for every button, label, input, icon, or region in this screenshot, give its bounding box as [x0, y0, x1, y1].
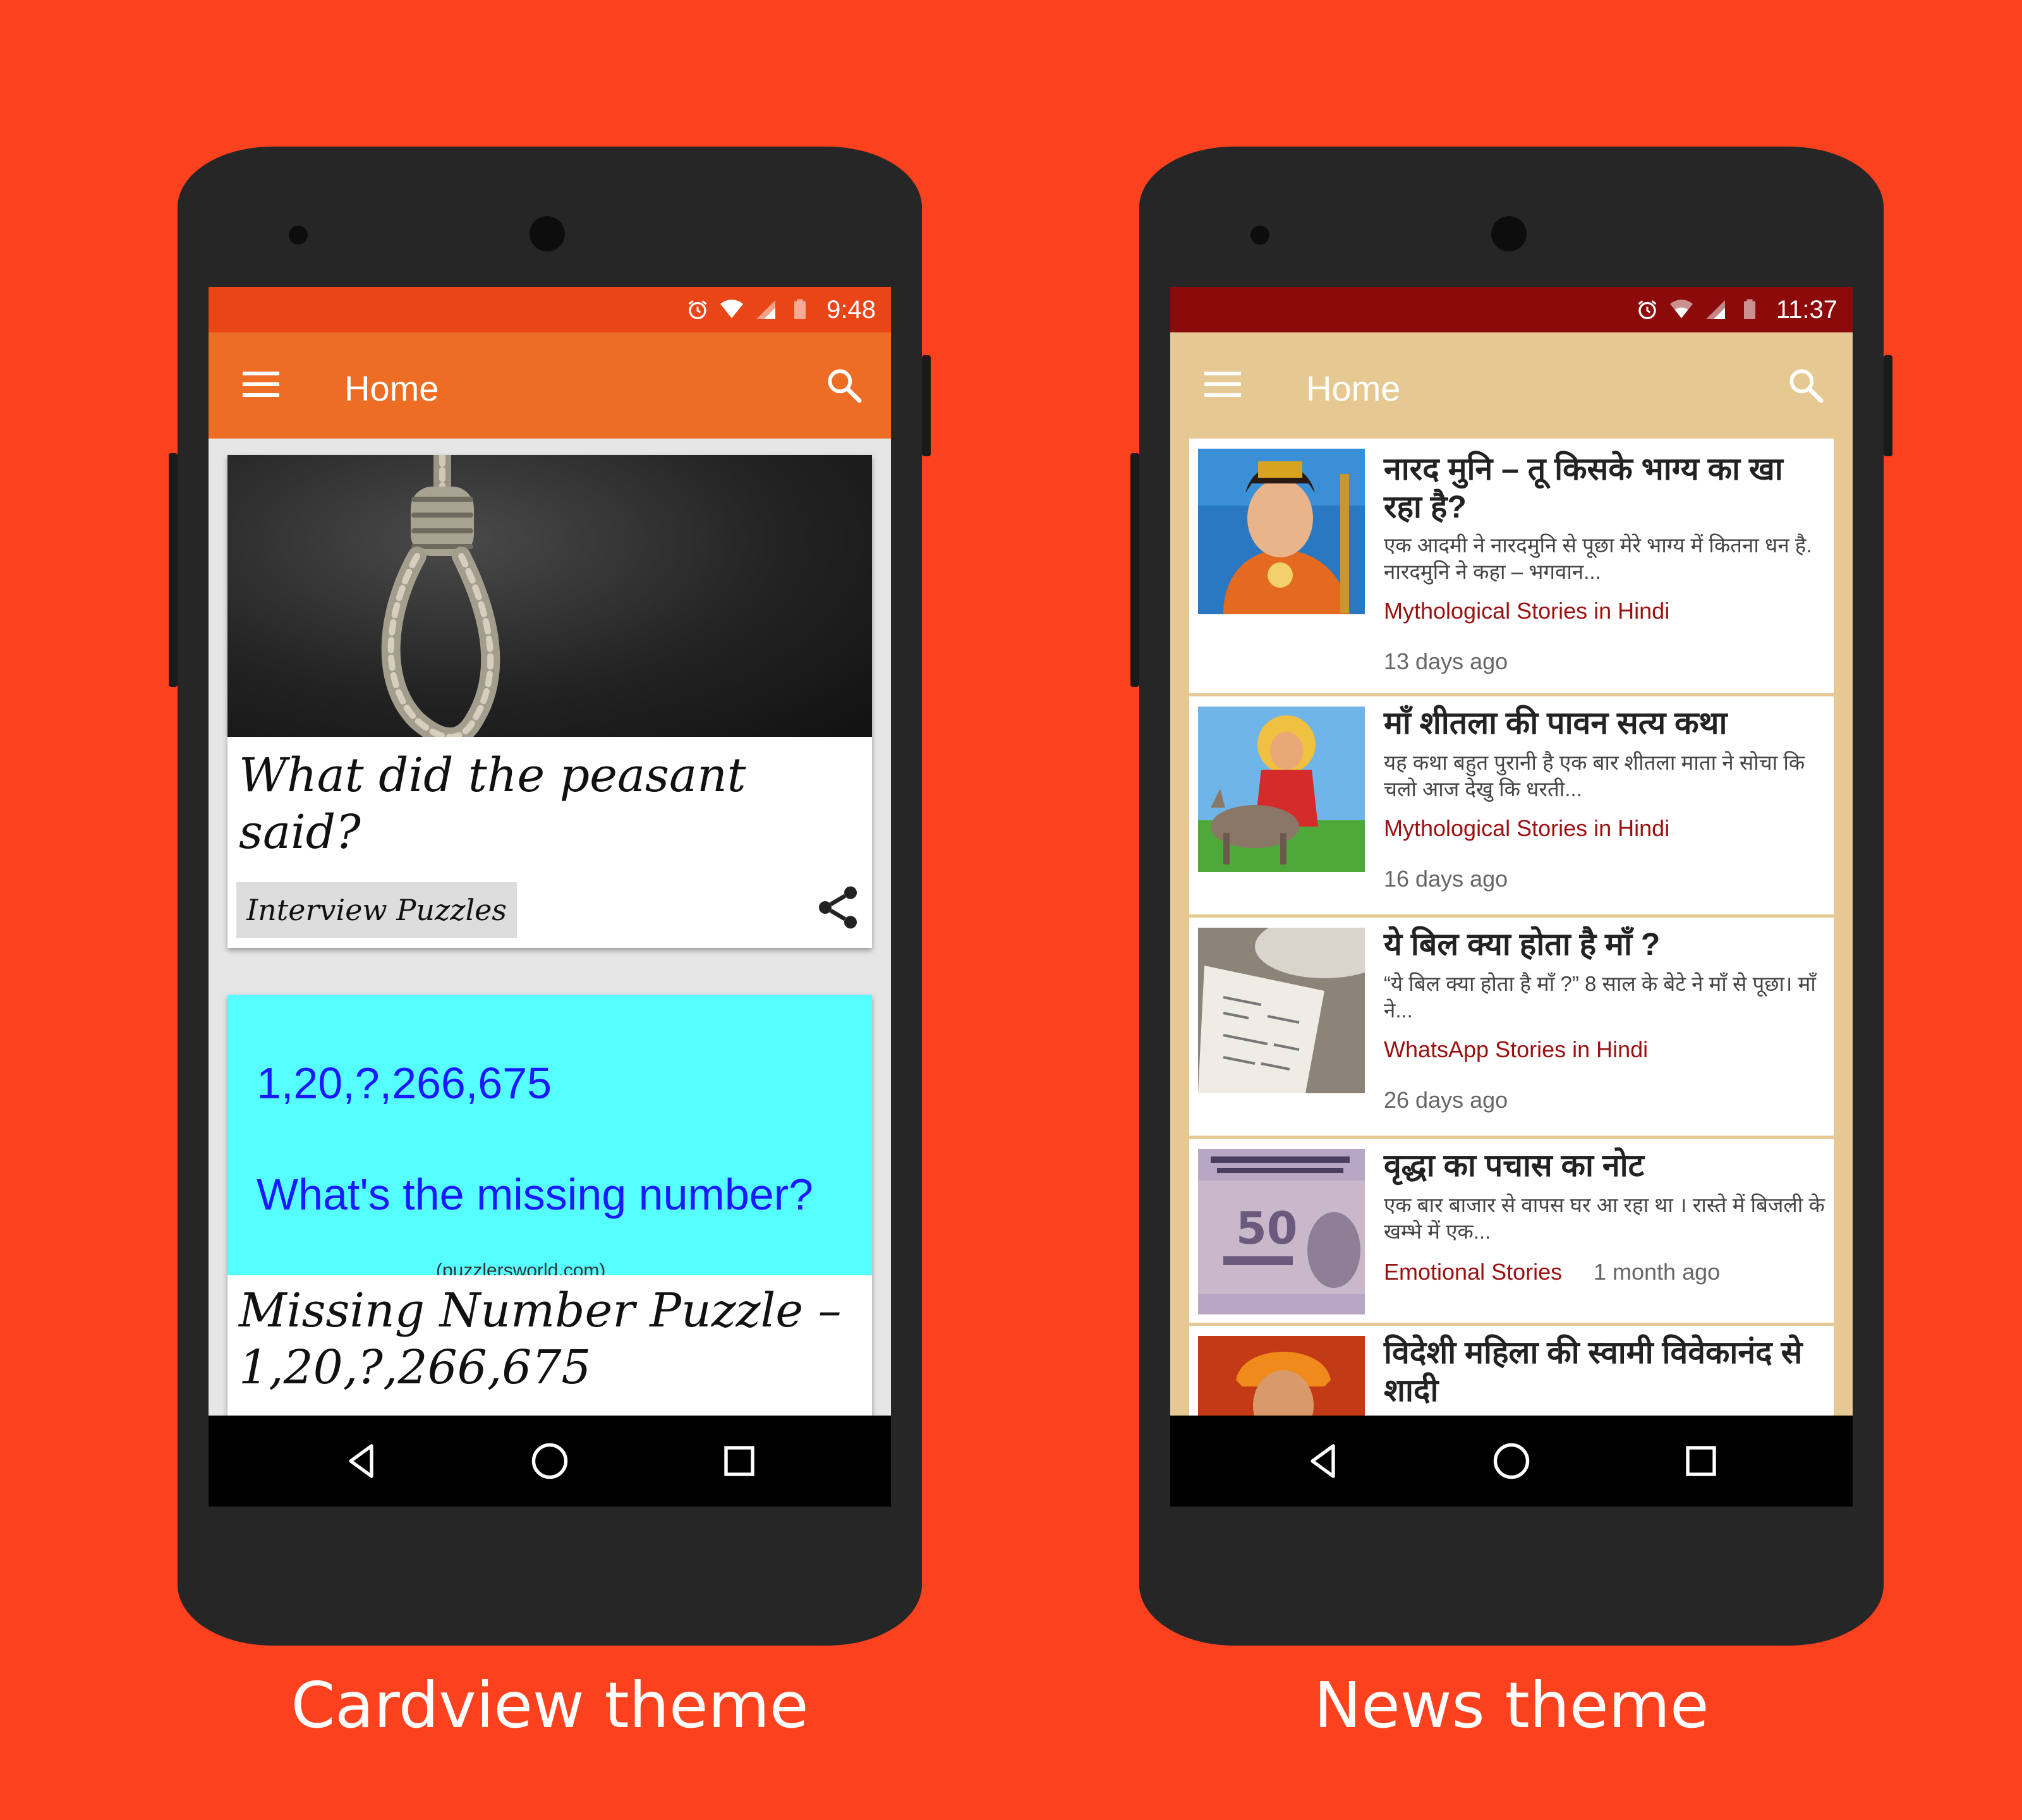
narad-muni-photo-icon	[1198, 449, 1365, 614]
signal-icon	[1705, 300, 1725, 319]
share-icon[interactable]	[813, 882, 863, 933]
app-bar: Home	[209, 332, 891, 439]
puzzle-card[interactable]: 1,20,?,266,675 What's the missing number…	[227, 995, 872, 1416]
news-item[interactable]: नारद मुनि – तू किसके भाग्य का खा रहा है?…	[1189, 439, 1834, 696]
news-thumbnail	[1198, 449, 1365, 614]
news-phone: 11:37 Home नारद मुनि – तू किसके भाग्य का…	[1130, 147, 1892, 1646]
news-time: 16 days ago	[1384, 866, 1508, 892]
svg-text:50: 50	[1236, 1203, 1297, 1254]
recent-apps-icon[interactable]	[717, 1438, 762, 1484]
home-icon[interactable]	[527, 1438, 572, 1484]
phone-camera	[1491, 216, 1527, 252]
home-icon[interactable]	[1489, 1438, 1534, 1484]
news-item[interactable]: ये बिल क्या होता है माँ ? “ये बिल क्या ह…	[1189, 918, 1834, 1139]
image-watermark: (puzzlersworld.com)	[436, 1260, 606, 1275]
image-line: 1,20,?,266,675	[257, 1059, 552, 1108]
wifi-icon	[720, 300, 744, 318]
signal-icon	[756, 300, 776, 319]
news-excerpt: “ये बिल क्या होता है माँ ?” 8 साल के बेट…	[1384, 972, 1816, 1022]
sheetla-mata-photo-icon	[1198, 707, 1365, 872]
phone-camera	[530, 216, 565, 252]
card-title[interactable]: Missing Number Puzzle – 1,20,?,266,675	[239, 1282, 864, 1396]
news-title[interactable]: विदेशी महिला की स्वामी विवेकानंद से शादी	[1384, 1333, 1826, 1409]
volume-button	[1130, 453, 1139, 687]
search-icon[interactable]	[1786, 365, 1826, 406]
vivekananda-photo-icon	[1198, 1336, 1365, 1416]
news-time: 13 days ago	[1384, 648, 1508, 674]
news-list: नारद मुनि – तू किसके भाग्य का खा रहा है?…	[1189, 439, 1834, 1416]
back-icon[interactable]	[339, 1438, 385, 1484]
news-title[interactable]: माँ शीतला की पावन सत्य कथा	[1384, 704, 1826, 742]
navigation-bar	[1170, 1416, 1853, 1507]
news-thumbnail	[1198, 707, 1365, 872]
puzzle-card[interactable]: What did the peasant said? Interview Puz…	[227, 455, 872, 948]
cardview-screen: 9:48 Home What did the peasant said? Int…	[209, 287, 891, 1507]
volume-button	[169, 453, 178, 687]
image-line: What's the missing number?	[257, 1170, 813, 1219]
hamburger-menu-icon[interactable]	[243, 370, 279, 398]
category-tag[interactable]: Interview Puzzles	[236, 882, 518, 938]
news-title[interactable]: ये बिल क्या होता है माँ ?	[1384, 925, 1826, 963]
news-category[interactable]: Mythological Stories in Hindi	[1384, 598, 1669, 624]
news-feed: नारद मुनि – तू किसके भाग्य का खा रहा है?…	[1170, 439, 1853, 1416]
news-excerpt: यह कथा बहुत पुरानी है एक बार शीतला माता …	[1384, 751, 1805, 801]
navigation-bar	[209, 1416, 891, 1507]
app-bar: Home	[1170, 332, 1853, 439]
news-screen: 11:37 Home नारद मुनि – तू किसके भाग्य का…	[1170, 287, 1853, 1507]
news-time: 1 month ago	[1594, 1259, 1721, 1285]
news-thumbnail: 50	[1198, 1149, 1365, 1314]
phone-speaker	[1250, 226, 1269, 245]
news-title[interactable]: वृद्धा का पचास का नोट	[1384, 1146, 1826, 1184]
phone-speaker	[289, 226, 308, 245]
news-item[interactable]: विदेशी महिला की स्वामी विवेकानंद से शादी	[1189, 1326, 1834, 1416]
news-caption: News theme	[1314, 1668, 1709, 1742]
status-time: 9:48	[826, 295, 876, 324]
wifi-icon	[1669, 300, 1693, 318]
status-bar: 11:37	[1170, 287, 1853, 332]
status-bar: 9:48	[209, 287, 891, 332]
news-category[interactable]: Mythological Stories in Hindi	[1384, 815, 1669, 842]
status-time: 11:37	[1776, 295, 1837, 324]
news-item[interactable]: माँ शीतला की पावन सत्य कथा यह कथा बहुत प…	[1189, 696, 1834, 918]
news-title[interactable]: नारद मुनि – तू किसके भाग्य का खा रहा है?	[1384, 450, 1826, 526]
news-time: 26 days ago	[1384, 1087, 1508, 1113]
noose-photo-icon	[381, 455, 500, 737]
news-item[interactable]: 50 वृद्धा का पचास का नोट एक बार बाजार से…	[1189, 1139, 1834, 1326]
cardview-phone: 9:48 Home What did the peasant said? Int…	[169, 147, 931, 1646]
power-button	[922, 355, 931, 456]
card-image: 1,20,?,266,675 What's the missing number…	[227, 995, 872, 1275]
cardview-caption: Cardview theme	[291, 1668, 809, 1742]
hamburger-menu-icon[interactable]	[1204, 370, 1241, 398]
alarm-icon	[1638, 300, 1657, 320]
back-icon[interactable]	[1301, 1438, 1347, 1484]
news-excerpt: एक बार बाजार से वापस घर आ रहा था । रास्त…	[1384, 1193, 1825, 1243]
news-category[interactable]: Emotional Stories	[1384, 1259, 1562, 1285]
card-title[interactable]: What did the peasant said?	[239, 747, 864, 861]
fifty-rupee-note-photo-icon: 50	[1198, 1149, 1365, 1314]
restaurant-bill-photo-icon	[1198, 928, 1365, 1093]
news-category[interactable]: WhatsApp Stories in Hindi	[1384, 1036, 1648, 1063]
news-thumbnail	[1198, 928, 1365, 1093]
page-title: Home	[1306, 368, 1401, 408]
page-title: Home	[344, 368, 439, 408]
card-image	[227, 455, 872, 737]
battery-icon	[794, 299, 806, 319]
power-button	[1884, 355, 1892, 456]
card-list: What did the peasant said? Interview Puz…	[209, 439, 891, 1416]
search-icon[interactable]	[824, 365, 864, 406]
recent-apps-icon[interactable]	[1678, 1438, 1724, 1484]
news-excerpt: एक आदमी ने नारदमुनि से पूछा मेरे भाग्य म…	[1384, 533, 1812, 583]
alarm-icon	[688, 300, 707, 320]
battery-icon	[1743, 299, 1755, 319]
news-thumbnail	[1198, 1336, 1365, 1416]
